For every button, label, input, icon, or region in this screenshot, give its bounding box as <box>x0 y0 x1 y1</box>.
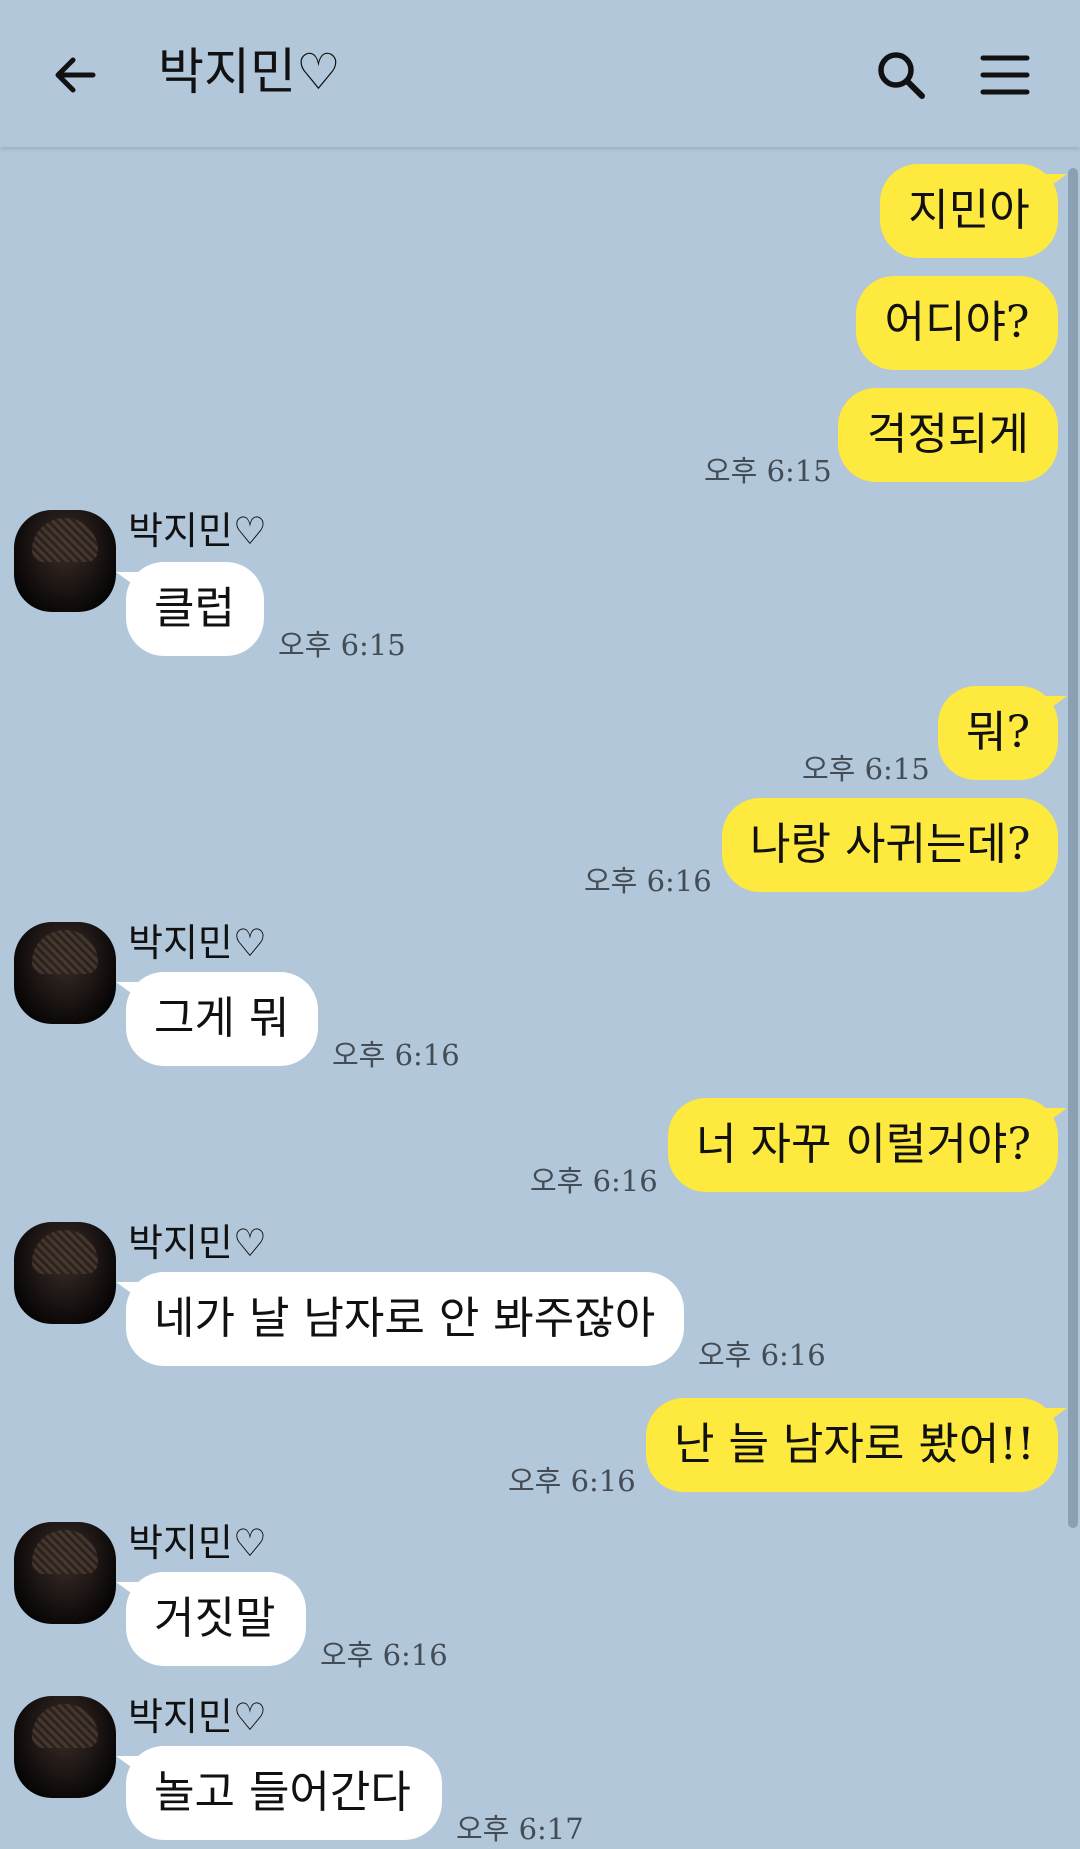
message-timestamp: 오후 6:15 <box>802 752 930 786</box>
sender-name: 박지민♡ <box>128 921 267 965</box>
message-timestamp: 오후 6:15 <box>278 628 406 662</box>
menu-icon <box>980 55 1030 95</box>
avatar[interactable] <box>14 1522 116 1624</box>
their-message-bubble[interactable]: 그게 뭐 <box>116 972 318 1066</box>
my-message-bubble[interactable]: 지민아 <box>880 164 1067 258</box>
message-timestamp: 오후 6:16 <box>332 1038 460 1072</box>
message-timestamp: 오후 6:15 <box>704 454 832 488</box>
my-message-bubble[interactable]: 난 늘 남자로 봤어!! <box>646 1398 1067 1492</box>
back-arrow-icon <box>55 57 96 93</box>
their-message-bubble[interactable]: 네가 날 남자로 안 봐주잖아 <box>116 1272 684 1366</box>
avatar[interactable] <box>14 1696 116 1798</box>
sender-name: 박지민♡ <box>128 1221 267 1265</box>
chat-screen: 박지민♡ 지민아 어디야? 걱정되게 오후 6:15 박지민♡ 클럽 오후 6:… <box>0 0 1080 1849</box>
message-timestamp: 오후 6:16 <box>698 1338 826 1372</box>
chat-header: 박지민♡ <box>0 0 1080 147</box>
sender-name: 박지민♡ <box>128 509 267 553</box>
their-message-bubble[interactable]: 클럽 <box>116 562 264 656</box>
search-button[interactable] <box>866 40 936 110</box>
sender-name: 박지민♡ <box>128 1521 267 1565</box>
message-timestamp: 오후 6:17 <box>456 1812 584 1846</box>
message-timestamp: 오후 6:16 <box>320 1638 448 1672</box>
their-message-bubble[interactable]: 놀고 들어간다 <box>116 1746 442 1840</box>
avatar[interactable] <box>14 510 116 612</box>
search-icon <box>878 52 925 99</box>
avatar[interactable] <box>14 922 116 1024</box>
avatar[interactable] <box>14 1222 116 1324</box>
my-message-bubble[interactable]: 어디야? <box>856 276 1058 370</box>
their-message-bubble[interactable]: 거짓말 <box>116 1572 306 1666</box>
message-timestamp: 오후 6:16 <box>530 1164 658 1198</box>
back-button[interactable] <box>40 40 110 110</box>
menu-button[interactable] <box>970 40 1040 110</box>
message-timestamp: 오후 6:16 <box>584 864 712 898</box>
sender-name: 박지민♡ <box>128 1695 267 1739</box>
my-message-bubble[interactable]: 뭐? <box>938 686 1067 780</box>
my-message-bubble[interactable]: 나랑 사귀는데? <box>722 798 1058 892</box>
chat-title: 박지민♡ <box>158 43 341 101</box>
scrollbar[interactable] <box>1068 168 1078 1528</box>
message-timestamp: 오후 6:16 <box>508 1464 636 1498</box>
my-message-bubble[interactable]: 걱정되게 <box>838 388 1058 482</box>
my-message-bubble[interactable]: 너 자꾸 이럴거야? <box>668 1098 1067 1192</box>
